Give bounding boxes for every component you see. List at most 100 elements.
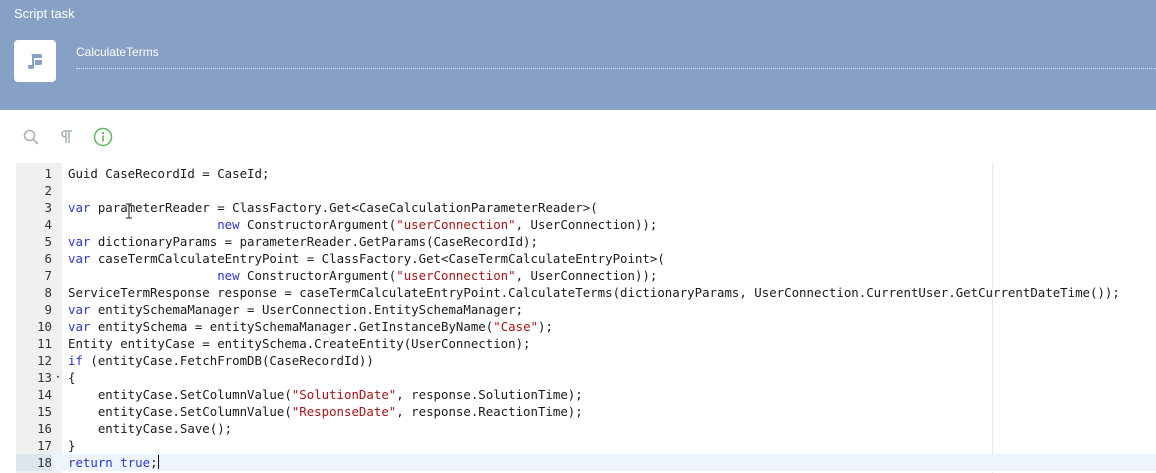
line-number: 4 [44,217,52,232]
code-line[interactable]: 8 ServiceTermResponse response = caseTerm… [16,284,1156,301]
code-line[interactable]: 16 entityCase.Save(); [16,420,1156,437]
line-number: 12 [37,353,52,368]
line-number: 13 [37,370,52,385]
line-number: 15 [37,404,52,419]
code-editor[interactable]: 1 Guid CaseRecordId = CaseId; 2 3 var parame… [16,163,1156,473]
line-number: 17 [37,438,52,453]
code-token: } [68,438,76,453]
info-button[interactable] [92,126,114,148]
line-number: 1 [44,166,52,181]
code-line[interactable]: 17} [16,437,1156,454]
line-number: 5 [44,234,52,249]
code-token: ConstructorArgument( [239,268,397,283]
text-cursor-ibeam-icon [126,203,132,219]
code-line[interactable]: 6 var caseTermCalculateEntryPoint = Class… [16,250,1156,267]
code-line[interactable]: 2 [16,182,1156,199]
code-line[interactable]: 10 var entitySchema = entitySchemaManager… [16,318,1156,335]
code-token: ); [538,319,553,334]
code-token: ServiceTermResponse response = caseTermC… [68,285,1120,300]
line-number: 10 [37,319,52,334]
code-token: entitySchemaManager = UserConnection.Ent… [90,302,524,317]
code-line[interactable]: 4 new ConstructorArgument("userConnectio… [16,216,1156,233]
code-text: new ConstructorArgument("userConnection"… [68,267,657,284]
info-icon [93,127,113,147]
code-token: entityCase.SetColumnValue( [68,404,292,419]
code-line[interactable]: 11 Entity entityCase = entitySchema.Creat… [16,335,1156,352]
code-line[interactable]: 15 entityCase.SetColumnValue("ResponseDa… [16,403,1156,420]
code-text: Guid CaseRecordId = CaseId; [68,165,269,182]
keyword-token: var [68,319,91,334]
script-task-icon [14,40,56,82]
code-line[interactable]: 1 Guid CaseRecordId = CaseId; [16,165,1156,182]
line-number: 11 [37,336,52,351]
keyword-token: new [217,268,240,283]
code-line[interactable]: 18 return true; [16,454,1156,471]
code-token: entityCase.SetColumnValue( [68,387,292,402]
code-text: var entitySchema = entitySchemaManager.G… [68,318,553,335]
search-icon [23,129,39,145]
code-line[interactable]: 13 ▾ { [16,369,1156,386]
code-token: dictionaryParams = parameterReader.GetPa… [90,234,538,249]
header-title: Script task [14,6,75,21]
code-text: ServiceTermResponse response = caseTermC… [68,284,1120,301]
keyword-token: new [217,217,240,232]
search-button[interactable] [20,126,42,148]
fold-toggle-icon[interactable]: ▾ [54,369,62,386]
keyword-token: true [120,455,151,470]
code-line[interactable]: 14 entityCase.SetColumnValue("SolutionDa… [16,386,1156,403]
code-token: Guid CaseRecordId = CaseId; [68,166,270,181]
keyword-token: if [68,353,83,368]
code-token: , response.SolutionTime); [396,387,583,402]
line-number: 7 [44,268,52,283]
keyword-token: var [68,234,91,249]
task-name-field[interactable]: CalculateTerms [76,40,1156,69]
code-text: new ConstructorArgument("userConnection"… [68,216,657,233]
code-token: { [68,370,76,385]
code-text: return true; [68,454,159,471]
code-token: (entityCase.FetchFromDB(CaseRecordId)) [82,353,374,368]
caret [157,455,159,469]
code-text: } [68,437,75,454]
code-token: Entity entityCase = entitySchema.CreateE… [68,336,531,351]
code-token: caseTermCalculateEntryPoint = ClassFacto… [90,251,665,266]
string-token: "ResponseDate" [291,404,397,419]
code-token: ConstructorArgument( [239,217,397,232]
code-text: if (entityCase.FetchFromDB(CaseRecordId)… [68,352,374,369]
keyword-token: var [68,302,91,317]
string-token: "userConnection" [396,217,516,232]
show-invisibles-button[interactable] [56,126,78,148]
line-number: 14 [37,387,52,402]
code-token: , response.ReactionTime); [396,404,583,419]
code-line[interactable]: 9 var entitySchemaManager = UserConnectio… [16,301,1156,318]
code-line[interactable]: 3 var parameterReader = ClassFactory.Get<… [16,199,1156,216]
pilcrow-icon [61,130,72,143]
code-text: entityCase.Save(); [68,420,232,437]
code-line[interactable]: 5 var dictionaryParams = parameterReader.… [16,233,1156,250]
line-number: 8 [44,285,52,300]
keyword-token: var [68,200,91,215]
line-number: 3 [44,200,52,215]
code-token: entitySchema = entitySchemaManager.GetIn… [90,319,494,334]
keyword-token: return [68,455,113,470]
code-text: var entitySchemaManager = UserConnection… [68,301,523,318]
code-text: { [68,369,75,386]
editor-toolbar [20,126,128,148]
code-text: var caseTermCalculateEntryPoint = ClassF… [68,250,665,267]
code-line[interactable]: 7 new ConstructorArgument("userConnectio… [16,267,1156,284]
line-number: 18 [16,454,52,471]
line-number: 2 [44,183,52,198]
string-token: "Case" [493,319,538,334]
script-task-header: Script task CalculateTerms [0,0,1156,110]
code-token: , UserConnection)); [515,268,658,283]
code-line[interactable]: 12 if (entityCase.FetchFromDB(CaseRecordI… [16,352,1156,369]
code-text: var parameterReader = ClassFactory.Get<C… [68,199,598,216]
task-name-value: CalculateTerms [76,45,159,59]
code-token: parameterReader = ClassFactory.Get<CaseC… [90,200,598,215]
code-token: ; [150,455,158,470]
code-text: Entity entityCase = entitySchema.CreateE… [68,335,531,352]
code-token: , UserConnection)); [515,217,658,232]
code-text: entityCase.SetColumnValue("ResponseDate"… [68,403,583,420]
line-number: 16 [37,421,52,436]
